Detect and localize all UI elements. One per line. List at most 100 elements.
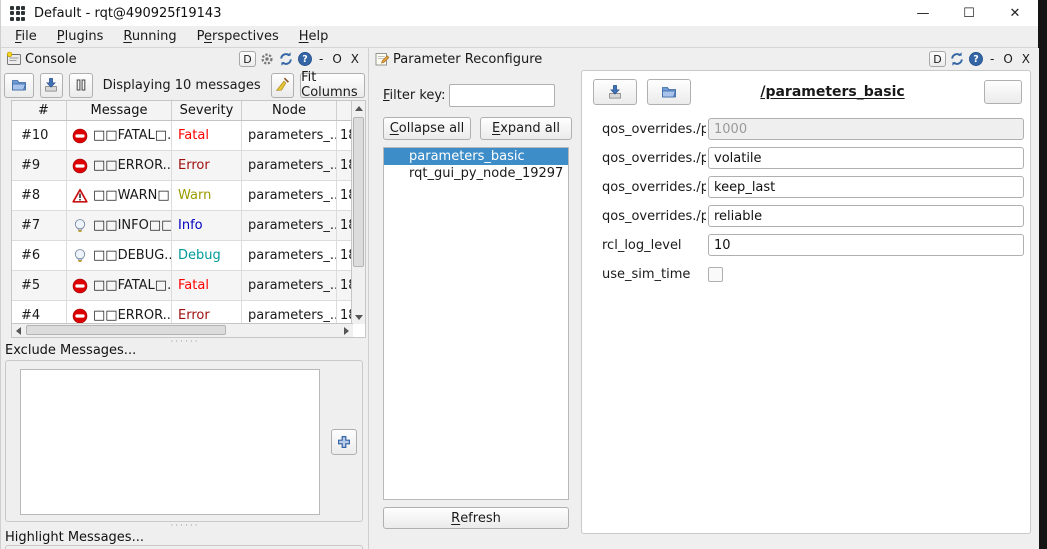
table-row[interactable]: #6 □□DEBUG... Debug parameters_... 18 <box>12 241 353 271</box>
save-params-button[interactable] <box>593 79 637 105</box>
param-value-input <box>708 118 1024 140</box>
refresh-button[interactable]: Refresh <box>383 507 569 529</box>
filter-key-input[interactable] <box>449 84 555 107</box>
vertical-scrollbar[interactable] <box>351 101 365 324</box>
dock-float-button[interactable]: O <box>329 52 344 66</box>
window-titlebar: Default - rqt@490925f19143 — ☐ ✕ <box>1 0 1038 26</box>
use-sim-time-checkbox[interactable] <box>708 267 723 282</box>
dock-detach-button[interactable]: D <box>239 51 256 67</box>
notepad-icon <box>374 51 390 67</box>
cell-num: #6 <box>12 241 67 270</box>
collapse-all-button[interactable]: Collapse all <box>383 117 471 140</box>
header-severity[interactable]: Severity <box>172 101 242 120</box>
folder-open-icon <box>661 84 677 100</box>
cell-message: □□INFO□□... <box>67 211 172 240</box>
close-button[interactable]: ✕ <box>992 0 1038 26</box>
dock-minimize-button[interactable]: - <box>316 52 326 66</box>
header-node[interactable]: Node <box>242 101 337 120</box>
highlight-messages-group <box>5 545 363 549</box>
table-row[interactable]: #8 □□WARN□... Warn parameters_... 18 <box>12 181 353 211</box>
message-text: □□FATAL□... <box>93 278 172 293</box>
cell-num: #10 <box>12 121 67 150</box>
cell-node: parameters_... <box>242 121 337 150</box>
scroll-up-arrow[interactable] <box>352 101 365 115</box>
console-icon <box>6 51 22 67</box>
scroll-right-arrow[interactable] <box>344 327 349 335</box>
console-message-table: # Message Severity Node #10 □□FATAL□... … <box>11 100 366 338</box>
param-row: qos_overrides./pa <box>602 205 1030 227</box>
param-value-input[interactable] <box>708 176 1024 198</box>
table-row[interactable]: #7 □□INFO□□... Info parameters_... 18 <box>12 211 353 241</box>
pause-button[interactable] <box>69 73 93 98</box>
cell-message: □□WARN□... <box>67 181 172 210</box>
menu-plugins[interactable]: Plugins <box>47 27 114 46</box>
help-icon[interactable] <box>968 51 984 67</box>
settings-gear-icon[interactable] <box>259 51 275 67</box>
header-message[interactable]: Message <box>67 101 172 120</box>
exclude-messages-list[interactable] <box>20 369 320 515</box>
cell-severity: Fatal <box>172 271 242 300</box>
close-node-panel-button[interactable] <box>984 80 1022 104</box>
tree-item-parameters-basic[interactable]: parameters_basic <box>384 148 568 165</box>
exclude-messages-label: Exclude Messages... <box>1 341 368 359</box>
cell-severity: Warn <box>172 181 242 210</box>
scroll-down-arrow[interactable] <box>352 310 365 324</box>
reload-icon[interactable] <box>949 51 965 67</box>
save-messages-button[interactable] <box>40 73 64 98</box>
horizontal-scrollbar[interactable] <box>12 323 353 337</box>
tree-item-rqt-gui-py-node[interactable]: rqt_gui_py_node_19297 <box>384 165 568 182</box>
cell-message: □□DEBUG... <box>67 241 172 270</box>
expand-all-button[interactable]: Expand all <box>480 117 572 140</box>
add-filter-button[interactable] <box>331 429 357 455</box>
load-params-button[interactable] <box>647 79 691 105</box>
header-num[interactable]: # <box>12 101 67 120</box>
cell-num: #8 <box>12 181 67 210</box>
reload-icon[interactable] <box>278 51 294 67</box>
clear-messages-button[interactable] <box>271 73 295 98</box>
rqt-main-window: Default - rqt@490925f19143 — ☐ ✕ File Pl… <box>0 0 1038 549</box>
node-tree: parameters_basic rqt_gui_py_node_19297 <box>383 147 569 500</box>
help-icon[interactable] <box>297 51 313 67</box>
fit-columns-button[interactable]: Fit Columns <box>300 73 365 98</box>
cell-node: parameters_... <box>242 211 337 240</box>
table-row[interactable]: #4 □□ERROR... Error parameters_... 18 <box>12 301 353 324</box>
cell-node: parameters_... <box>242 271 337 300</box>
param-value-input[interactable] <box>708 205 1024 227</box>
broom-icon <box>274 77 290 93</box>
minimize-button[interactable]: — <box>900 0 946 26</box>
menu-file[interactable]: File <box>5 27 47 46</box>
dock-close-button[interactable]: X <box>348 52 362 66</box>
menu-help[interactable]: Help <box>289 27 339 46</box>
param-value-input[interactable] <box>708 234 1024 256</box>
cell-node: parameters_... <box>242 181 337 210</box>
save-icon <box>607 84 623 100</box>
param-value-input[interactable] <box>708 147 1024 169</box>
table-row[interactable]: #5 □□FATAL□... Fatal parameters_... 18 <box>12 271 353 301</box>
load-messages-button[interactable] <box>4 73 34 98</box>
param-row: qos_overrides./pa <box>602 147 1030 169</box>
exclude-messages-group <box>5 360 363 522</box>
console-dock: Console D - O X Displaying 10 messages F… <box>1 48 369 549</box>
dock-detach-button[interactable]: D <box>929 51 946 67</box>
maximize-button[interactable]: ☐ <box>946 0 992 26</box>
filter-key-label: Filter key: <box>383 88 449 103</box>
menu-perspectives[interactable]: Perspectives <box>187 27 289 46</box>
dock-close-button[interactable]: X <box>1019 52 1033 66</box>
message-text: □□DEBUG... <box>93 248 172 263</box>
parameter-reconfigure-dock: Parameter Reconfigure D - O X Filter key… <box>369 48 1039 549</box>
dock-float-button[interactable]: O <box>1000 52 1015 66</box>
menu-running[interactable]: Running <box>113 27 186 46</box>
scrollbar-thumb[interactable] <box>26 325 226 335</box>
console-dock-title: Console <box>25 52 77 67</box>
cell-message: □□ERROR... <box>67 301 172 324</box>
scrollbar-thumb[interactable] <box>353 117 364 267</box>
table-row[interactable]: #10 □□FATAL□... Fatal parameters_... 18 <box>12 121 353 151</box>
table-row[interactable]: #9 □□ERROR... Error parameters_... 18 <box>12 151 353 181</box>
message-text: □□INFO□□... <box>93 218 172 233</box>
dock-minimize-button[interactable]: - <box>987 52 997 66</box>
cell-severity: Debug <box>172 241 242 270</box>
cell-severity: Error <box>172 151 242 180</box>
scroll-left-arrow[interactable] <box>16 327 21 335</box>
cell-message: □□ERROR... <box>67 151 172 180</box>
message-text: □□WARN□... <box>93 188 172 203</box>
